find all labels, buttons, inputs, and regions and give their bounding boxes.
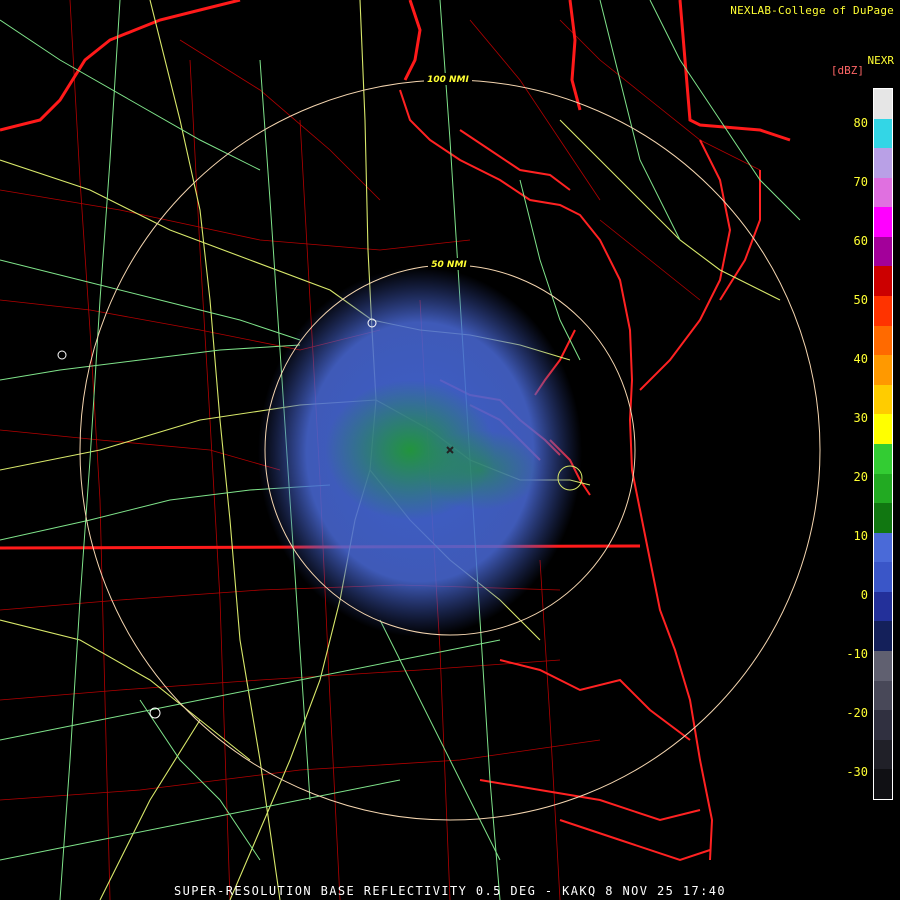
colorbar-tick-label: 70 [853, 175, 868, 189]
colorbar-segment [874, 562, 892, 592]
colorbar-segment [874, 621, 892, 651]
colorbar-tick-label: 20 [853, 470, 868, 484]
colorbar-segment [874, 236, 892, 267]
colorbar-segment [874, 739, 892, 770]
colorbar-segment [874, 443, 892, 474]
colorbar-segment [874, 503, 892, 533]
colorbar-tick-label: 40 [853, 352, 868, 366]
colorbar-tick-label: 30 [853, 411, 868, 425]
colorbar-segment [874, 650, 892, 681]
reflectivity-colorbar [873, 88, 893, 800]
colorbar-segment [874, 296, 892, 326]
colorbar-segment [874, 710, 892, 740]
units-label: [dBZ] [830, 64, 864, 77]
colorbar-segment [874, 177, 892, 208]
colorbar-segment [874, 591, 892, 622]
product-title: SUPER-RESOLUTION BASE REFLECTIVITY 0.5 D… [174, 884, 726, 898]
colorbar-segment [874, 118, 892, 149]
colorbar-tick-label: 0 [860, 588, 868, 602]
colorbar-tick-label: 10 [853, 529, 868, 543]
radar-map-view: 100 NMI 50 NMI NEXLAB-College of DuPage … [0, 0, 900, 900]
product-label: NEXR [867, 54, 895, 67]
colorbar-segment [874, 769, 892, 799]
colorbar-tick-label: 80 [853, 116, 868, 130]
colorbar-segment [874, 148, 892, 178]
colorbar-segment [874, 473, 892, 504]
colorbar-segment [874, 384, 892, 415]
colorbar-segment [874, 266, 892, 297]
colorbar-segment [874, 532, 892, 563]
colorbar-segment [874, 89, 892, 119]
reflectivity-echoes [258, 267, 582, 637]
colorbar-segment [874, 680, 892, 711]
colorbar-tick-label: 50 [853, 293, 868, 307]
range-ring-100-label: 100 NMI [427, 75, 469, 85]
colorbar-tick-label: -20 [846, 706, 868, 720]
colorbar-segment [874, 355, 892, 385]
colorbar-tick-label: -10 [846, 647, 868, 661]
colorbar-segment [874, 207, 892, 237]
radar-map: 100 NMI 50 NMI [0, 0, 821, 900]
credit-text: NEXLAB-College of DuPage [730, 4, 894, 17]
range-ring-50-label: 50 NMI [431, 260, 467, 270]
colorbar-tick-label: 60 [853, 234, 868, 248]
colorbar-tick-label: -30 [846, 765, 868, 779]
colorbar-segment [874, 414, 892, 444]
colorbar-segment [874, 325, 892, 356]
